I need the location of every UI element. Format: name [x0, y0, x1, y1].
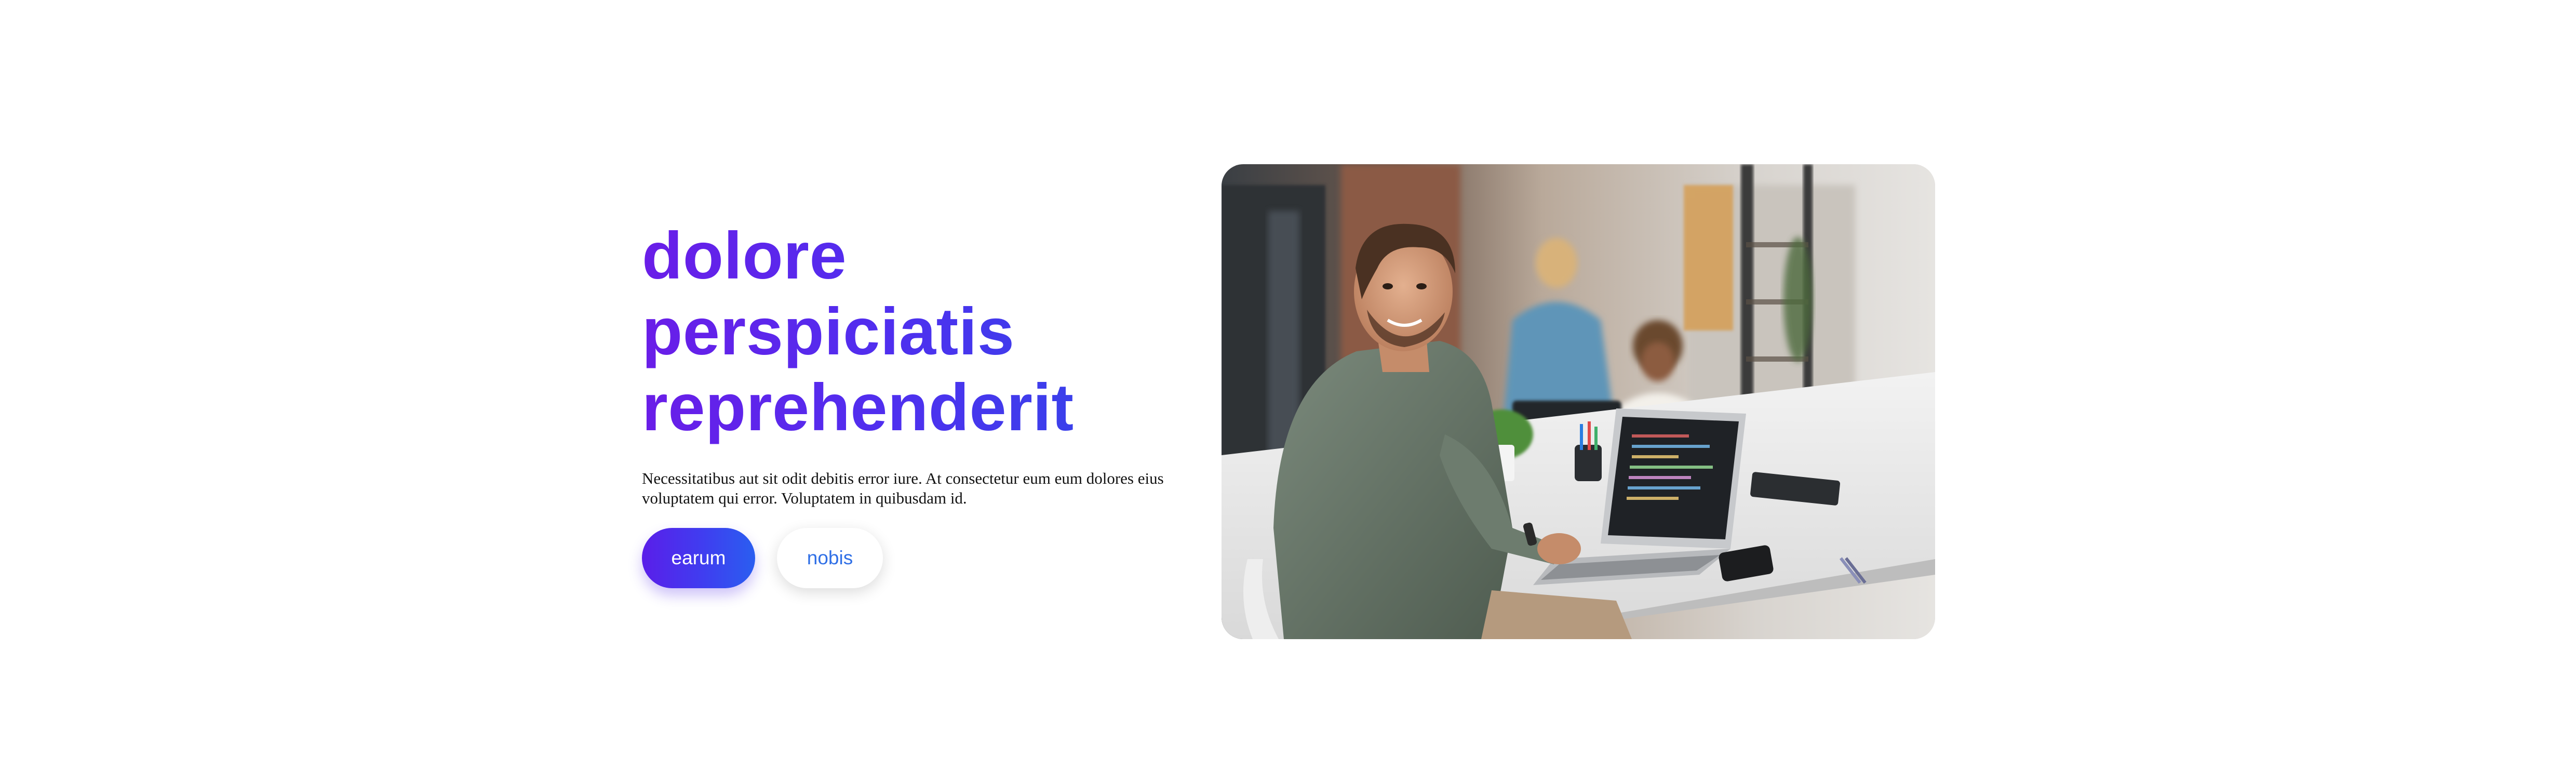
nobis-button[interactable]: nobis: [777, 528, 883, 588]
hero-headline: dolore perspiciatis reprehenderit: [642, 218, 1192, 446]
headline-line-3: reprehenderit: [642, 370, 1074, 445]
earum-button[interactable]: earum: [642, 528, 755, 588]
headline-line-1: dolore: [642, 219, 847, 293]
office-scene-illustration: [1222, 164, 1935, 639]
hero-actions: earum nobis: [642, 528, 1192, 588]
headline-line-2: perspiciatis: [642, 295, 1015, 369]
hero-photo: [1222, 164, 1935, 639]
hero-description: Necessitatibus aut sit odit debitis erro…: [642, 469, 1164, 507]
hero-section: dolore perspiciatis reprehenderit Necess…: [0, 0, 2576, 768]
hero-copy: dolore perspiciatis reprehenderit Necess…: [642, 218, 1192, 588]
